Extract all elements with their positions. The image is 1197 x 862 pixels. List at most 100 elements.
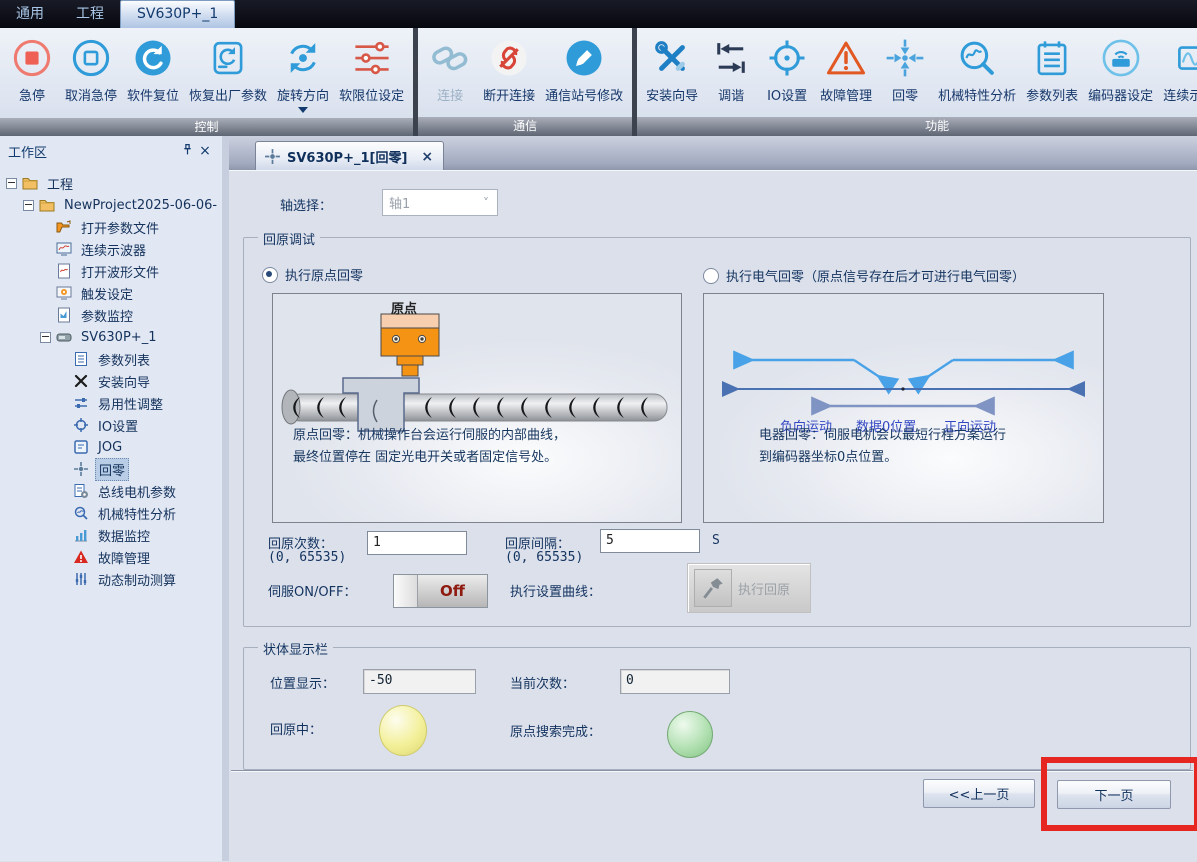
- install-wizard-icon: [649, 34, 695, 82]
- homing-times-input[interactable]: 1: [367, 531, 467, 555]
- tree-item-总线电机参数[interactable]: 总线电机参数: [0, 480, 222, 502]
- tree-item-参数列表[interactable]: 参数列表: [0, 348, 222, 370]
- tool-factory-reset[interactable]: 恢复出厂参数: [184, 30, 272, 118]
- tree-item-数据监控[interactable]: 数据监控: [0, 524, 222, 546]
- workspace-tree: 工程 NewProject2025-06-06- 打开参数文件连续示波器打开波形文件…: [0, 172, 222, 861]
- fault-small-icon: [73, 549, 90, 565]
- tree-item-label: 易用性调整: [95, 393, 166, 414]
- tool-install-wizard[interactable]: 安装向导: [641, 30, 703, 117]
- tree-item-参数监控[interactable]: 参数监控: [0, 304, 222, 326]
- tool-label: 回零: [892, 85, 918, 104]
- motor-params-icon: [73, 483, 90, 499]
- tool-mech-analysis[interactable]: 机械特性分析: [933, 30, 1021, 117]
- electrical-homing-diagram: 负向运动 数据0位置 正向运动 电器回零：伺服电机会以最短行程方案运行 到编码器…: [703, 293, 1104, 523]
- expander-icon[interactable]: [40, 332, 51, 343]
- tool-label: 急停: [19, 85, 45, 104]
- tool-rotation-direction[interactable]: 旋转方向: [272, 30, 334, 118]
- tree-item-label: 打开波形文件: [78, 261, 162, 282]
- tree-item-安装向导[interactable]: 安装向导: [0, 370, 222, 392]
- chevron-down-icon: ˅: [475, 196, 497, 210]
- menu-tab-工程[interactable]: 工程: [60, 0, 120, 28]
- soft-limit-icon: [349, 34, 395, 82]
- tree-item-打开参数文件[interactable]: 打开参数文件: [0, 216, 222, 238]
- tree-item-IO设置[interactable]: IO设置: [0, 414, 222, 436]
- homing-interval-input[interactable]: 5: [600, 529, 700, 553]
- tree-item-SV630P+_1[interactable]: SV630P+_1: [0, 326, 222, 348]
- expander-icon[interactable]: [6, 178, 17, 189]
- origin-search-done-indicator: [667, 711, 713, 758]
- current-count-label: 当前次数：: [510, 673, 575, 692]
- radio-icon: [703, 268, 719, 284]
- tree-item-label: 打开参数文件: [78, 217, 162, 238]
- radio-electrical-homing[interactable]: 执行电气回零（原点信号存在后才可进行电气回零）: [703, 266, 1025, 285]
- tool-io-settings[interactable]: IO设置: [759, 30, 815, 117]
- tree-item-工程[interactable]: 工程: [0, 172, 222, 194]
- status-display-title: 状体显示栏: [258, 639, 333, 658]
- splitter[interactable]: [222, 136, 229, 861]
- rotation-direction-icon: [280, 34, 326, 82]
- current-count-value: 0: [620, 669, 730, 694]
- tree-item-故障管理[interactable]: 故障管理: [0, 546, 222, 568]
- previous-page-button[interactable]: <<上一页: [923, 779, 1035, 808]
- tree-item-label: 回零: [95, 458, 129, 481]
- tree-item-label: JOG: [95, 439, 125, 456]
- servo-onoff-label: 伺服ON/OFF：: [268, 581, 357, 600]
- tree-item-label: SV630P+_1: [78, 329, 159, 346]
- motion-arrows-graphic: [704, 294, 1103, 522]
- tool-homing[interactable]: 回零: [877, 30, 933, 117]
- next-page-button[interactable]: 下一页: [1057, 780, 1171, 809]
- tool-station-edit[interactable]: 通信站号修改: [540, 30, 628, 117]
- execute-homing-button[interactable]: 执行回原: [687, 563, 811, 613]
- tool-label: 恢复出厂参数: [189, 85, 267, 104]
- tab-sv630p-homing[interactable]: SV630P+_1[回零] ×: [255, 141, 444, 171]
- pin-icon[interactable]: [178, 143, 196, 160]
- tool-fault-management[interactable]: 故障管理: [815, 30, 877, 117]
- menu-bar: 通用工程SV630P+_1: [0, 0, 1197, 28]
- tree-item-label: NewProject2025-06-06-: [61, 197, 220, 214]
- chevron-down-icon[interactable]: [298, 107, 308, 118]
- tool-encoder-setting[interactable]: 编码器设定: [1083, 30, 1158, 117]
- tool-soft-limit[interactable]: 软限位设定: [334, 30, 409, 118]
- expander-icon[interactable]: [23, 200, 34, 211]
- homing-interval-range: (0, 65535): [505, 550, 583, 565]
- tree-item-回零[interactable]: 回零: [0, 458, 222, 480]
- application-window: 通用工程SV630P+_1 急停取消急停软件复位恢复出厂参数旋转方向软限位设定控…: [0, 0, 1197, 861]
- tool-connect[interactable]: 连接: [422, 30, 478, 117]
- tree-item-易用性调整[interactable]: 易用性调整: [0, 392, 222, 414]
- fault-management-icon: [823, 34, 869, 82]
- tool-tuning[interactable]: 调谐: [703, 30, 759, 117]
- radio-origin-homing[interactable]: 执行原点回零: [262, 265, 363, 284]
- workspace-header: 工作区 ×: [0, 136, 222, 166]
- tool-cancel-emergency-stop[interactable]: 取消急停: [60, 30, 122, 118]
- menu-tab-通用[interactable]: 通用: [0, 0, 60, 28]
- tool-oscilloscope[interactable]: 连续示波器: [1158, 30, 1197, 117]
- panel-divider: [231, 770, 1193, 772]
- wizard-small-icon: [73, 373, 90, 389]
- open-param-icon: [56, 219, 73, 235]
- tree-item-连续示波器[interactable]: 连续示波器: [0, 238, 222, 260]
- close-icon[interactable]: ×: [196, 143, 214, 159]
- tab-close-icon[interactable]: ×: [421, 149, 433, 165]
- radio-electrical-label: 执行电气回零（原点信号存在后才可进行电气回零）: [726, 266, 1025, 285]
- menu-tab-SV630P+_1[interactable]: SV630P+_1: [120, 0, 235, 28]
- servo-onoff-toggle[interactable]: Off: [393, 574, 488, 608]
- tree-item-动态制动测算[interactable]: 动态制动测算: [0, 568, 222, 590]
- tree-item-机械特性分析[interactable]: 机械特性分析: [0, 502, 222, 524]
- origin-point-label: 原点: [391, 298, 417, 317]
- tree-item-NewProject2025-06-06-[interactable]: NewProject2025-06-06-: [0, 194, 222, 216]
- io-settings-icon: [764, 34, 810, 82]
- tool-label: 软限位设定: [339, 85, 404, 104]
- tree-item-打开波形文件[interactable]: 打开波形文件: [0, 260, 222, 282]
- axis-select-dropdown[interactable]: 轴1 ˅: [382, 189, 498, 216]
- homing-page: 轴选择： 轴1 ˅ 回原调试 执行原点回零 执行电气回零（原点信号存在后才可进行…: [229, 170, 1197, 862]
- tool-software-reset[interactable]: 软件复位: [122, 30, 184, 118]
- origin-homing-diagram: 原点: [272, 293, 682, 523]
- tool-label: 参数列表: [1026, 85, 1078, 104]
- tool-emergency-stop[interactable]: 急停: [4, 30, 60, 118]
- tree-item-触发设定[interactable]: 触发设定: [0, 282, 222, 304]
- tool-param-list[interactable]: 参数列表: [1021, 30, 1083, 117]
- tool-disconnect[interactable]: 断开连接: [478, 30, 540, 117]
- electrical-caption-line1: 电器回零：伺服电机会以最短行程方案运行: [759, 424, 1006, 443]
- tree-item-JOG[interactable]: JOG: [0, 436, 222, 458]
- tuning-icon: [708, 34, 754, 82]
